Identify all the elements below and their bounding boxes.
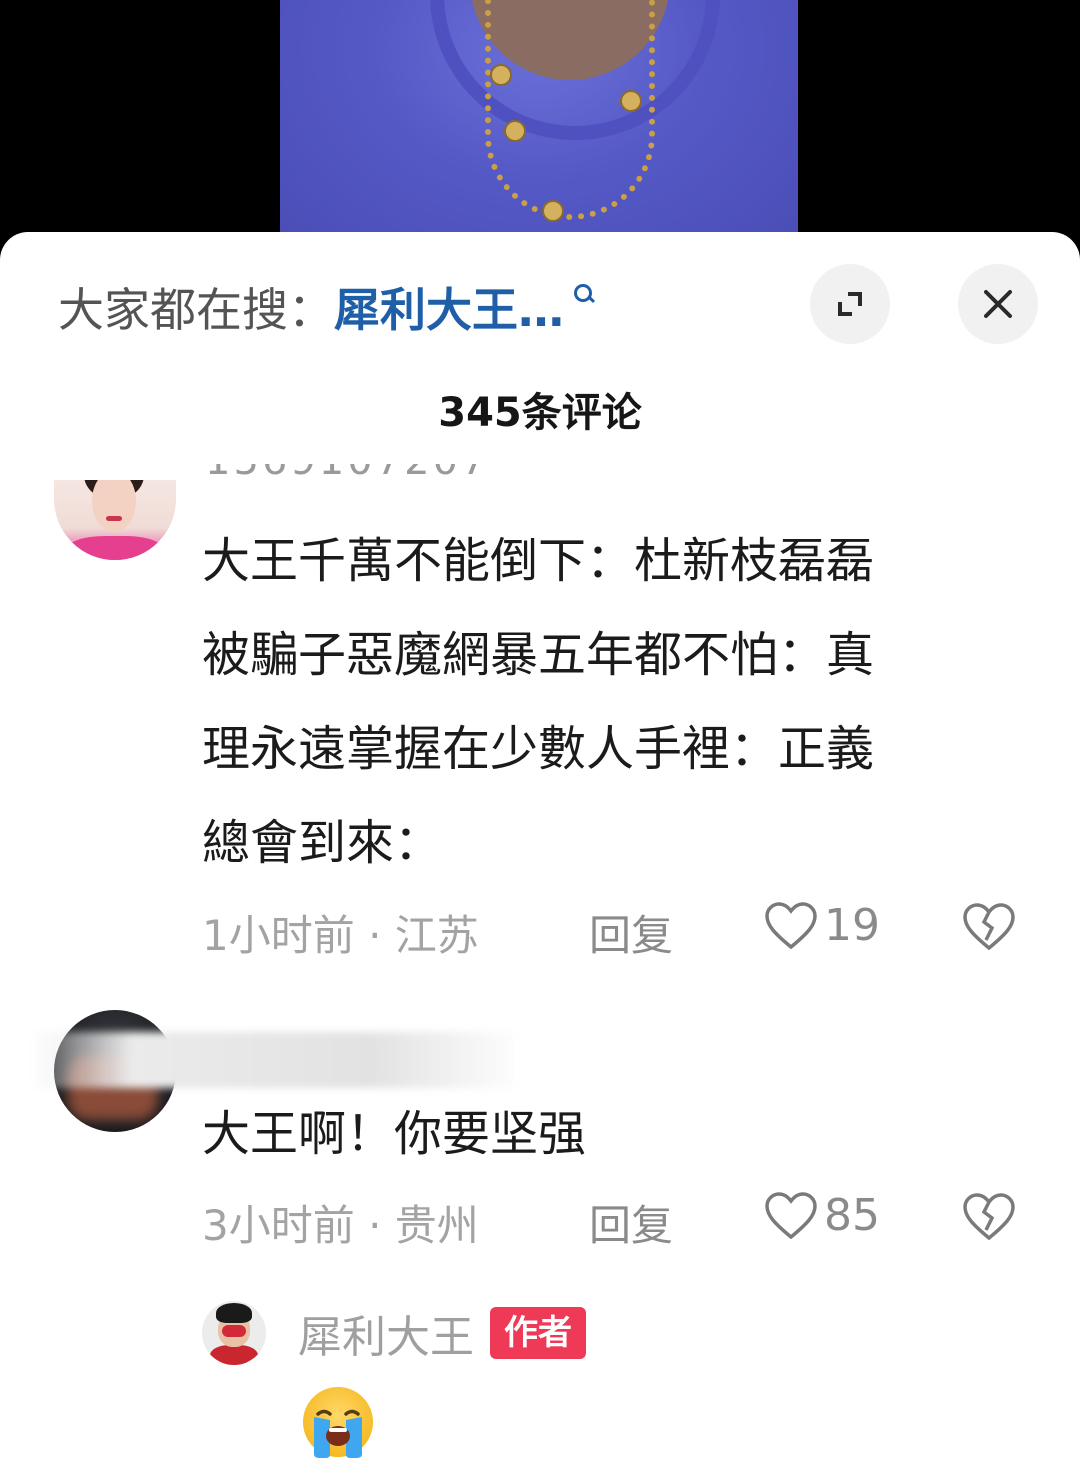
close-button[interactable] bbox=[958, 264, 1038, 344]
video-player[interactable] bbox=[0, 0, 1080, 250]
comment-text[interactable]: 大王千萬不能倒下：杜新枝磊磊 被騙子惡魔網暴五年都不怕：真 理永遠掌握在少數人手… bbox=[202, 514, 1022, 890]
avatar-scarf bbox=[68, 536, 162, 560]
expand-icon bbox=[838, 292, 862, 316]
comment-text[interactable]: 大王啊！你要坚强 bbox=[202, 1087, 1022, 1181]
expand-button[interactable] bbox=[810, 264, 890, 344]
trending-search[interactable]: 大家都在搜： 犀利大王… bbox=[58, 272, 592, 342]
close-icon bbox=[984, 290, 1012, 318]
comment-line: 被騙子惡魔網暴五年都不怕：真 bbox=[202, 627, 875, 683]
reply-button[interactable]: 回复 bbox=[589, 902, 673, 963]
avatar-hair bbox=[216, 1303, 252, 1323]
author-avatar[interactable] bbox=[202, 1301, 266, 1365]
comment-meta: 1小时前 · 江苏 回复 19 bbox=[202, 900, 1032, 963]
search-icon bbox=[574, 284, 592, 302]
heart-icon bbox=[765, 1191, 817, 1239]
avatar-face bbox=[92, 480, 136, 532]
comment-line: 理永遠掌握在少數人手裡：正義 bbox=[202, 721, 875, 777]
avatar[interactable] bbox=[54, 480, 176, 560]
crying-face-icon bbox=[303, 1387, 373, 1458]
comment-line: 總會到來： bbox=[202, 815, 443, 871]
comment-time-location: 1小时前 · 江苏 bbox=[202, 911, 479, 960]
comment-time-location: 3小时前 · 贵州 bbox=[202, 1201, 479, 1250]
comments-sheet: 大家都在搜： 犀利大王… 345条评论 1569107207 大王千萬不能倒下：… bbox=[0, 232, 1080, 1476]
author-reply-header[interactable]: 犀利大王 作者 bbox=[202, 1300, 586, 1366]
necklace-charm bbox=[504, 120, 526, 142]
search-label: 大家都在搜： bbox=[58, 283, 334, 337]
like-button[interactable]: 85 bbox=[764, 1190, 880, 1241]
reply-button[interactable]: 回复 bbox=[589, 1192, 673, 1253]
heart-icon bbox=[765, 901, 817, 949]
username-text: 1569107207 bbox=[205, 464, 495, 484]
necklace-charm bbox=[490, 64, 512, 86]
necklace-charm bbox=[620, 90, 642, 112]
author-name[interactable]: 犀利大王 bbox=[298, 1301, 474, 1365]
like-count: 85 bbox=[824, 1190, 880, 1241]
necklace-charm bbox=[542, 200, 564, 222]
search-keyword[interactable]: 犀利大王… bbox=[334, 274, 564, 340]
broken-heart-icon bbox=[963, 903, 1015, 951]
broken-heart-icon bbox=[963, 1193, 1015, 1241]
dislike-button[interactable] bbox=[962, 902, 1016, 962]
comment-meta: 3小时前 · 贵州 回复 85 bbox=[202, 1190, 1032, 1253]
comment-line: 大王啊！你要坚强 bbox=[202, 1106, 587, 1162]
like-count: 19 bbox=[824, 900, 880, 951]
avatar-lips bbox=[106, 516, 122, 521]
dislike-button[interactable] bbox=[962, 1192, 1016, 1252]
blurred-username bbox=[36, 1032, 516, 1088]
avatar-shirt bbox=[210, 1345, 258, 1365]
avatar-mask bbox=[222, 1325, 246, 1337]
comment-line: 大王千萬不能倒下：杜新枝磊磊 bbox=[202, 533, 875, 589]
comment-username[interactable]: 1569107207 bbox=[205, 464, 495, 492]
like-button[interactable]: 19 bbox=[764, 900, 880, 951]
video-frame bbox=[280, 0, 798, 250]
author-badge: 作者 bbox=[490, 1307, 586, 1359]
comment-count: 345条评论 bbox=[438, 390, 642, 436]
